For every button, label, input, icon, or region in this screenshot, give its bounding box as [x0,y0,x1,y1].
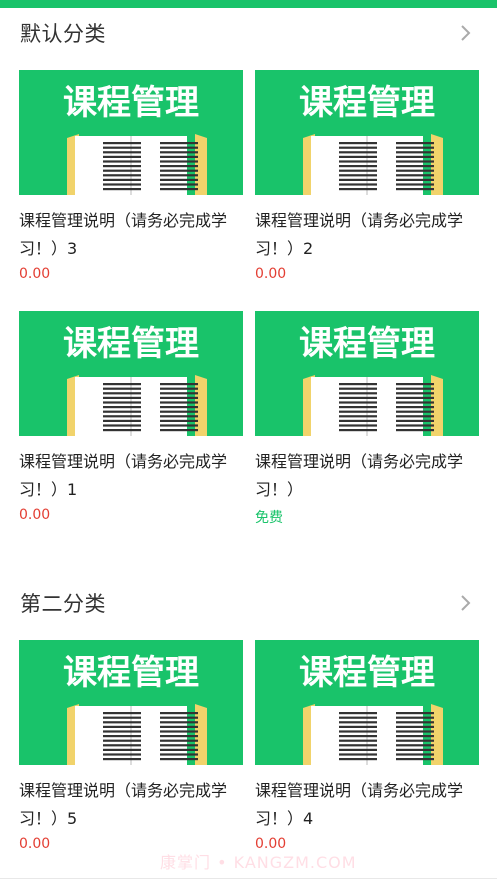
course-thumbnail[interactable]: 课程管理 [255,311,479,436]
book-thumbnail-icon: 课程管理 [255,640,479,765]
course-thumbnail[interactable]: 课程管理 [19,70,243,195]
top-status-bar [0,0,497,8]
course-thumbnail[interactable]: 课程管理 [19,640,243,765]
section-header-default[interactable]: 默认分类 [0,10,497,60]
thumbnail-text: 课程管理 [299,653,435,693]
section-header-second[interactable]: 第二分类 [0,580,497,630]
course-thumbnail[interactable]: 课程管理 [255,640,479,765]
course-title[interactable]: 课程管理说明（请务必完成学习！）5 [19,777,255,833]
course-thumbnail[interactable]: 课程管理 [255,70,479,195]
course-price: 0.00 [255,266,287,282]
thumbnail-text: 课程管理 [63,83,199,123]
thumbnail-text: 课程管理 [63,653,199,693]
chevron-right-icon[interactable] [459,22,473,44]
course-thumbnail[interactable]: 课程管理 [19,311,243,436]
thumbnail-text: 课程管理 [63,324,199,364]
divider [0,878,497,879]
course-title[interactable]: 课程管理说明（请务必完成学习！）4 [255,777,491,833]
section-title: 默认分类 [20,22,106,46]
book-thumbnail-icon: 课程管理 [19,311,243,436]
book-thumbnail-icon: 课程管理 [255,311,479,436]
thumbnail-text: 课程管理 [299,83,435,123]
chevron-right-icon[interactable] [459,592,473,614]
course-price: 0.00 [19,507,51,523]
watermark: 康掌门 • KANGZM.COM [160,853,357,872]
course-price: 0.00 [19,836,51,852]
course-price: 免费 [255,510,283,526]
book-thumbnail-icon: 课程管理 [19,70,243,195]
thumbnail-text: 课程管理 [299,324,435,364]
book-thumbnail-icon: 课程管理 [19,640,243,765]
course-price: 0.00 [19,266,51,282]
course-title[interactable]: 课程管理说明（请务必完成学习！）3 [19,207,255,263]
course-title[interactable]: 课程管理说明（请务必完成学习！） [255,448,491,504]
course-title[interactable]: 课程管理说明（请务必完成学习！）1 [19,448,255,504]
section-title: 第二分类 [20,592,106,616]
course-title[interactable]: 课程管理说明（请务必完成学习！）2 [255,207,491,263]
book-thumbnail-icon: 课程管理 [255,70,479,195]
